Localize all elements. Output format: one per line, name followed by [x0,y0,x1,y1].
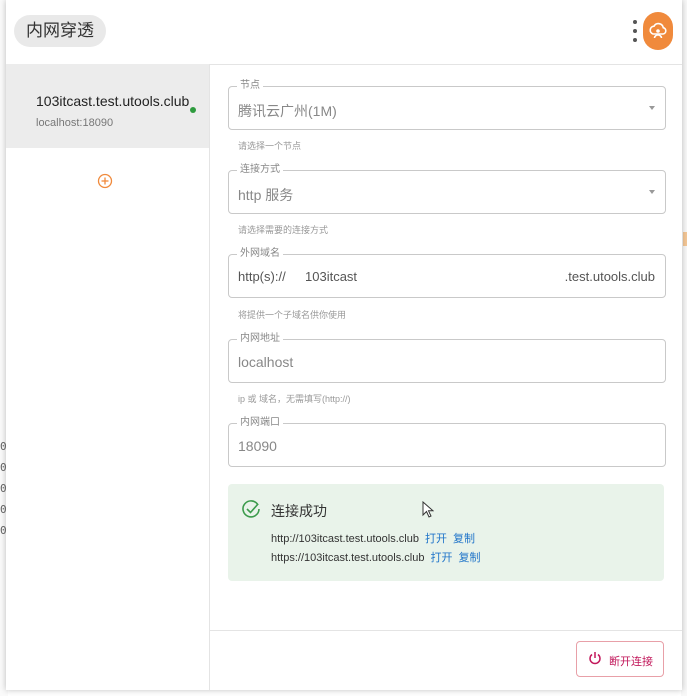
address-value: localhost [238,354,294,370]
open-link[interactable]: 打开 [425,533,447,545]
url-text: http://103itcast.test.utools.club [271,533,419,545]
header: 内网穿透 [6,0,682,65]
tunnel-window: 内网穿透 103itcast.test.utools.club localhos… [6,0,682,690]
address-helper: ip 或 域名，无需填写(http://) [238,394,351,404]
node-value: 腾讯云广州(1M) [238,103,337,119]
more-menu-icon[interactable] [632,20,638,42]
copy-link[interactable]: 复制 [458,552,480,564]
main-panel: 节点 腾讯云广州(1M) 请选择一个节点 连接方式 http 服务 请选择需要的… [210,64,682,690]
open-link[interactable]: 打开 [430,552,452,564]
domain-suffix: .test.utools.club [564,269,655,284]
tunnel-list-item[interactable]: 103itcast.test.utools.club localhost:180… [6,64,209,148]
domain-input[interactable]: 外网域名 http(s):// 103itcast .test.utools.c… [228,248,666,298]
address-input[interactable]: 内网地址 localhost [228,333,666,383]
domain-helper: 将提供一个子域名供你使用 [238,310,347,320]
port-value: 18090 [238,438,277,454]
power-icon [589,652,601,665]
url-row-https: https://103itcast.test.utools.club 打开 复制 [271,549,480,565]
sidebar: 103itcast.test.utools.club localhost:180… [6,64,210,690]
avatar[interactable] [643,12,673,50]
background-accent [683,232,687,246]
method-select[interactable]: 连接方式 http 服务 [228,164,666,214]
tunnel-target: localhost:18090 [36,117,114,129]
port-label: 内网端口 [237,417,283,429]
tunnel-name: 103itcast.test.utools.club [36,93,190,109]
address-label: 内网地址 [237,333,283,345]
domain-prefix: http(s):// [238,269,286,284]
check-circle-icon [242,500,260,518]
port-input[interactable]: 内网端口 18090 [228,417,666,467]
connection-success-panel: 连接成功 http://103itcast.test.utools.club 打开… [228,484,664,581]
copy-link[interactable]: 复制 [453,533,475,545]
chevron-down-icon [649,190,655,194]
node-select[interactable]: 节点 腾讯云广州(1M) [228,80,666,130]
cloud-user-icon [649,22,667,39]
plus-circle-icon[interactable] [97,173,113,189]
node-label: 节点 [237,80,263,92]
url-row-http: http://103itcast.test.utools.club 打开 复制 [271,530,475,546]
success-title: 连接成功 [271,503,327,519]
footer-divider [210,630,682,631]
disconnect-label: 断开连接 [609,656,653,668]
disconnect-button[interactable]: 断开连接 [576,641,664,677]
mouse-cursor-icon [422,501,434,518]
status-online-dot [190,107,196,113]
url-text: https://103itcast.test.utools.club [271,552,425,564]
domain-label: 外网域名 [237,248,283,260]
chevron-down-icon [649,106,655,110]
method-value: http 服务 [238,187,294,203]
method-helper: 请选择需要的连接方式 [238,225,329,235]
node-helper: 请选择一个节点 [238,141,302,151]
page-title: 内网穿透 [14,15,106,47]
method-label: 连接方式 [237,164,283,176]
domain-value: 103itcast [305,269,358,284]
